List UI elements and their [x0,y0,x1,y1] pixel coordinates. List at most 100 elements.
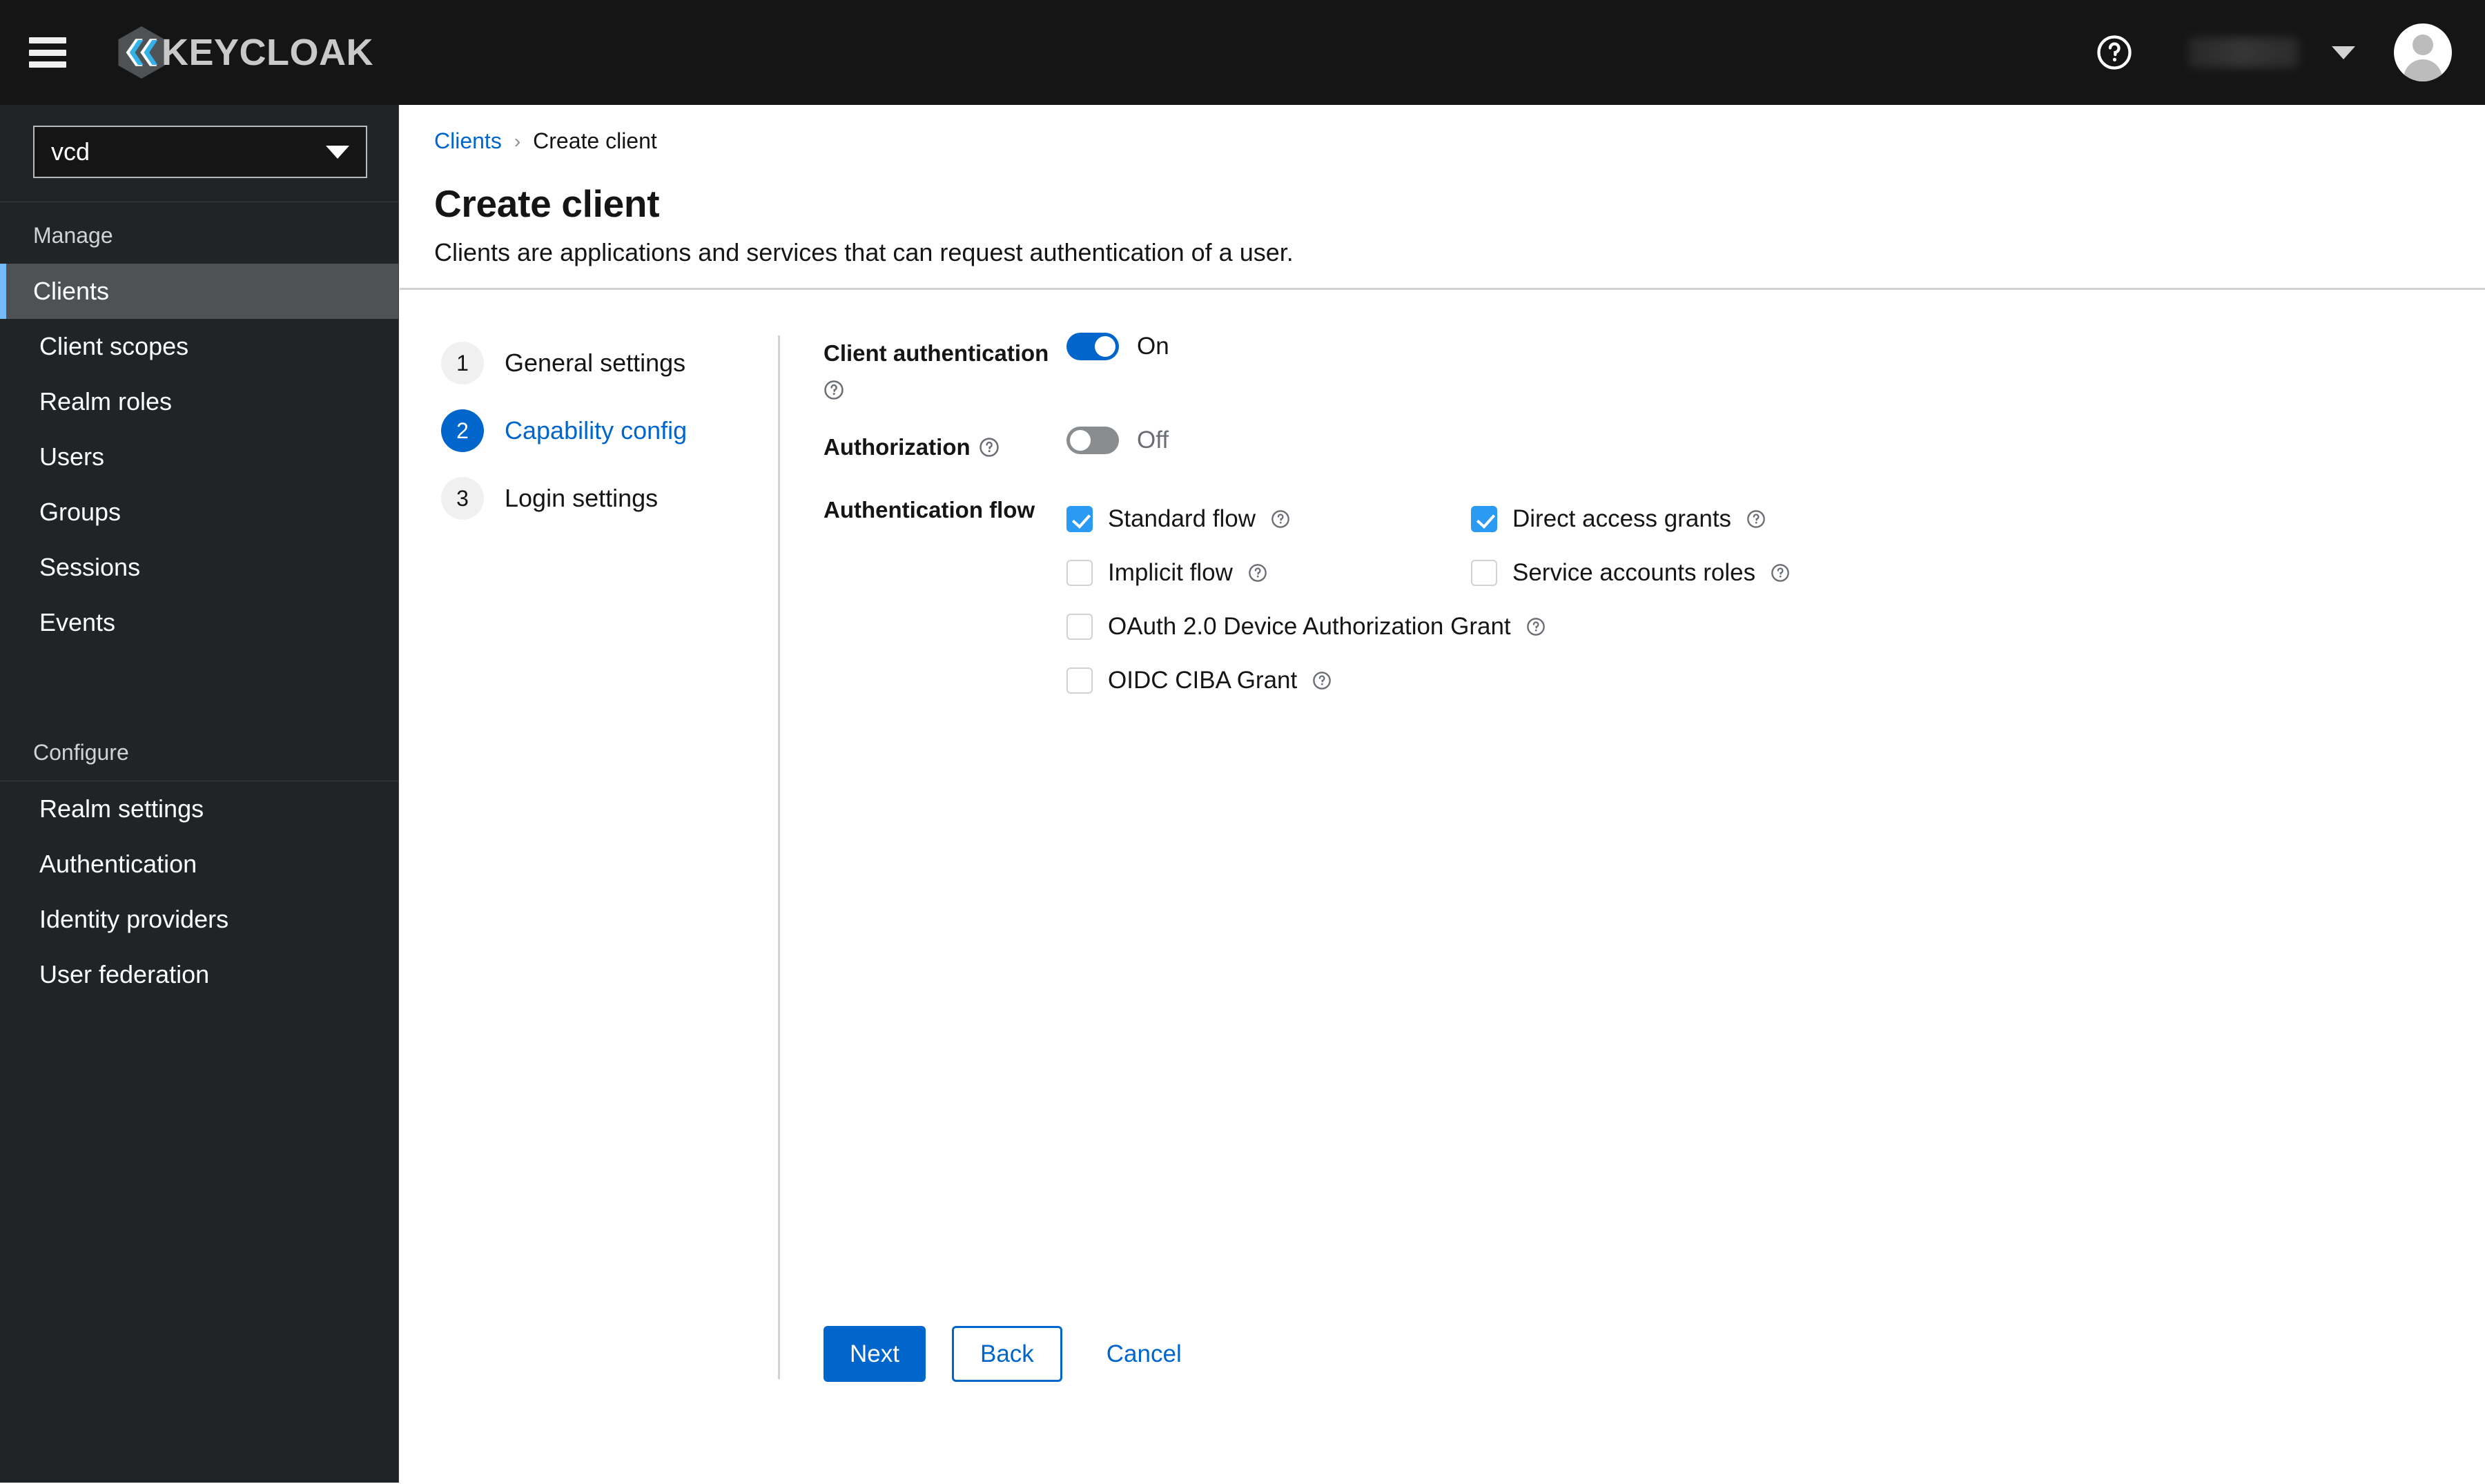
field-label-text: Client authentication [824,340,1049,366]
checkbox-box[interactable] [1471,559,1497,586]
wizard-step-general-settings[interactable]: 1 General settings [441,342,778,384]
sidebar-item-identity-providers[interactable]: Identity providers [0,892,398,947]
wizard-step-label: Capability config [505,416,688,445]
field-row-client-authentication: Client authentication On [824,333,2485,400]
checkbox-box[interactable] [1066,613,1093,640]
hamburger-bar [29,61,66,68]
user-menu-dropdown[interactable] [2188,23,2452,81]
sidebar-item-client-scopes[interactable]: Client scopes [0,319,398,374]
toggle-group-client-authentication: On [1066,333,1169,360]
field-label-client-authentication: Client authentication [824,333,1066,400]
toggle-state-label: Off [1137,427,1169,454]
breadcrumb-separator-icon: › [514,130,521,152]
wizard-step-label: General settings [505,349,686,377]
checkbox-oauth-device-authorization-grant[interactable]: OAuth 2.0 Device Authorization Grant [1066,600,1826,654]
avatar [2394,23,2452,81]
toggle-authorization[interactable] [1066,427,1119,455]
wizard-step-number: 1 [441,342,484,384]
sidebar-item-label: Clients [33,277,110,305]
breadcrumb-current: Create client [533,128,657,153]
checkbox-service-accounts-roles[interactable]: Service accounts roles [1471,546,1816,600]
realm-selector-value: vcd [51,137,90,166]
chevron-down-icon [326,145,349,159]
sidebar-item-clients[interactable]: Clients [0,264,398,319]
sidebar-item-user-federation[interactable]: User federation [0,947,398,1002]
sidebar-section-configure-title: Configure [33,740,129,765]
help-icon[interactable] [1526,617,1546,636]
sidebar-item-sessions[interactable]: Sessions [0,540,398,595]
help-icon[interactable] [2090,28,2138,77]
masthead-toolbar [2090,23,2485,81]
field-label-text: Authorization [824,434,971,460]
help-icon[interactable] [1271,509,1290,529]
toggle-state-label: On [1137,333,1169,360]
wizard-step-capability-config[interactable]: 2 Capability config [441,409,778,452]
toggle-knob [1070,430,1091,451]
next-button[interactable]: Next [824,1326,926,1382]
sidebar-item-events[interactable]: Events [0,595,398,650]
keycloak-logo[interactable]: KEYCLOAK [112,23,373,82]
hamburger-bar [29,49,66,56]
page-subtitle: Clients are applications and services th… [434,238,1294,266]
sidebar: vcd Manage Clients Client scopes Realm r… [0,105,399,1483]
checkbox-label: Direct access grants [1512,505,1732,532]
help-icon[interactable] [1248,563,1267,583]
toggle-group-authorization: Off [1066,427,1169,455]
create-client-wizard: 1 General settings 2 Capability config 3… [400,290,2485,1484]
breadcrumb-link-clients[interactable]: Clients [434,128,502,154]
main-content: Clients › Create client Create client Cl… [400,105,2485,1483]
checkbox-box[interactable] [1066,667,1093,694]
hamburger-menu-icon[interactable] [29,37,66,68]
sidebar-item-realm-settings[interactable]: Realm settings [0,781,398,837]
help-icon[interactable] [1771,563,1790,583]
sidebar-item-label: Events [39,608,116,636]
sidebar-item-label: Realm roles [39,387,173,416]
help-icon[interactable] [1312,671,1332,690]
sidebar-item-authentication[interactable]: Authentication [0,837,398,892]
sidebar-section-manage-title: Manage [33,223,113,248]
sidebar-item-label: Identity providers [39,905,229,933]
masthead: KEYCLOAK [0,0,2485,105]
checkbox-label: Implicit flow [1108,558,1233,586]
wizard-step-login-settings[interactable]: 3 Login settings [441,477,778,520]
field-label-authorization: Authorization [824,427,1066,463]
sidebar-item-label: Client scopes [39,332,189,360]
sidebar-item-realm-roles[interactable]: Realm roles [0,374,398,429]
checkbox-box[interactable] [1066,559,1093,586]
checkbox-label: OIDC CIBA Grant [1108,666,1298,694]
checkbox-oidc-ciba-grant[interactable]: OIDC CIBA Grant [1066,654,1826,707]
checkbox-box[interactable] [1471,505,1497,532]
brand-text: KEYCLOAK [162,32,374,73]
sidebar-item-label: Groups [39,498,121,526]
sidebar-item-label: Authentication [39,850,197,878]
checkbox-direct-access-grants[interactable]: Direct access grants [1471,492,1816,546]
field-label-text: Authentication flow [824,496,1035,523]
checkbox-box[interactable] [1066,505,1093,532]
field-label-authentication-flow: Authentication flow [824,489,1066,526]
wizard-step-nav: 1 General settings 2 Capability config 3… [400,290,778,1484]
capability-config-form: Client authentication On Authorization O… [778,290,2485,1484]
sidebar-item-users[interactable]: Users [0,429,398,485]
toggle-knob [1095,336,1115,357]
checkbox-label: OAuth 2.0 Device Authorization Grant [1108,612,1511,640]
help-icon[interactable] [824,373,844,400]
cancel-button[interactable]: Cancel [1083,1326,1205,1382]
checkbox-implicit-flow[interactable]: Implicit flow [1066,546,1471,600]
realm-selector-container: vcd [0,105,398,202]
back-button[interactable]: Back [951,1326,1062,1382]
sidebar-item-groups[interactable]: Groups [0,485,398,540]
checkbox-standard-flow[interactable]: Standard flow [1066,492,1471,546]
help-icon[interactable] [979,437,1000,458]
sidebar-item-label: Users [39,442,105,471]
help-icon[interactable] [1746,509,1766,529]
checkbox-label: Service accounts roles [1512,558,1756,586]
hamburger-bar [29,37,66,43]
wizard-step-label: Login settings [505,484,659,512]
field-row-authentication-flow: Authentication flow Standard flow Direct… [824,489,2485,707]
page-header: Clients › Create client Create client Cl… [400,105,2485,290]
toggle-client-authentication[interactable] [1066,333,1119,360]
realm-selector[interactable]: vcd [33,126,367,178]
wizard-footer: Next Back Cancel [824,1326,1205,1382]
breadcrumb: Clients › Create client [434,128,2485,154]
